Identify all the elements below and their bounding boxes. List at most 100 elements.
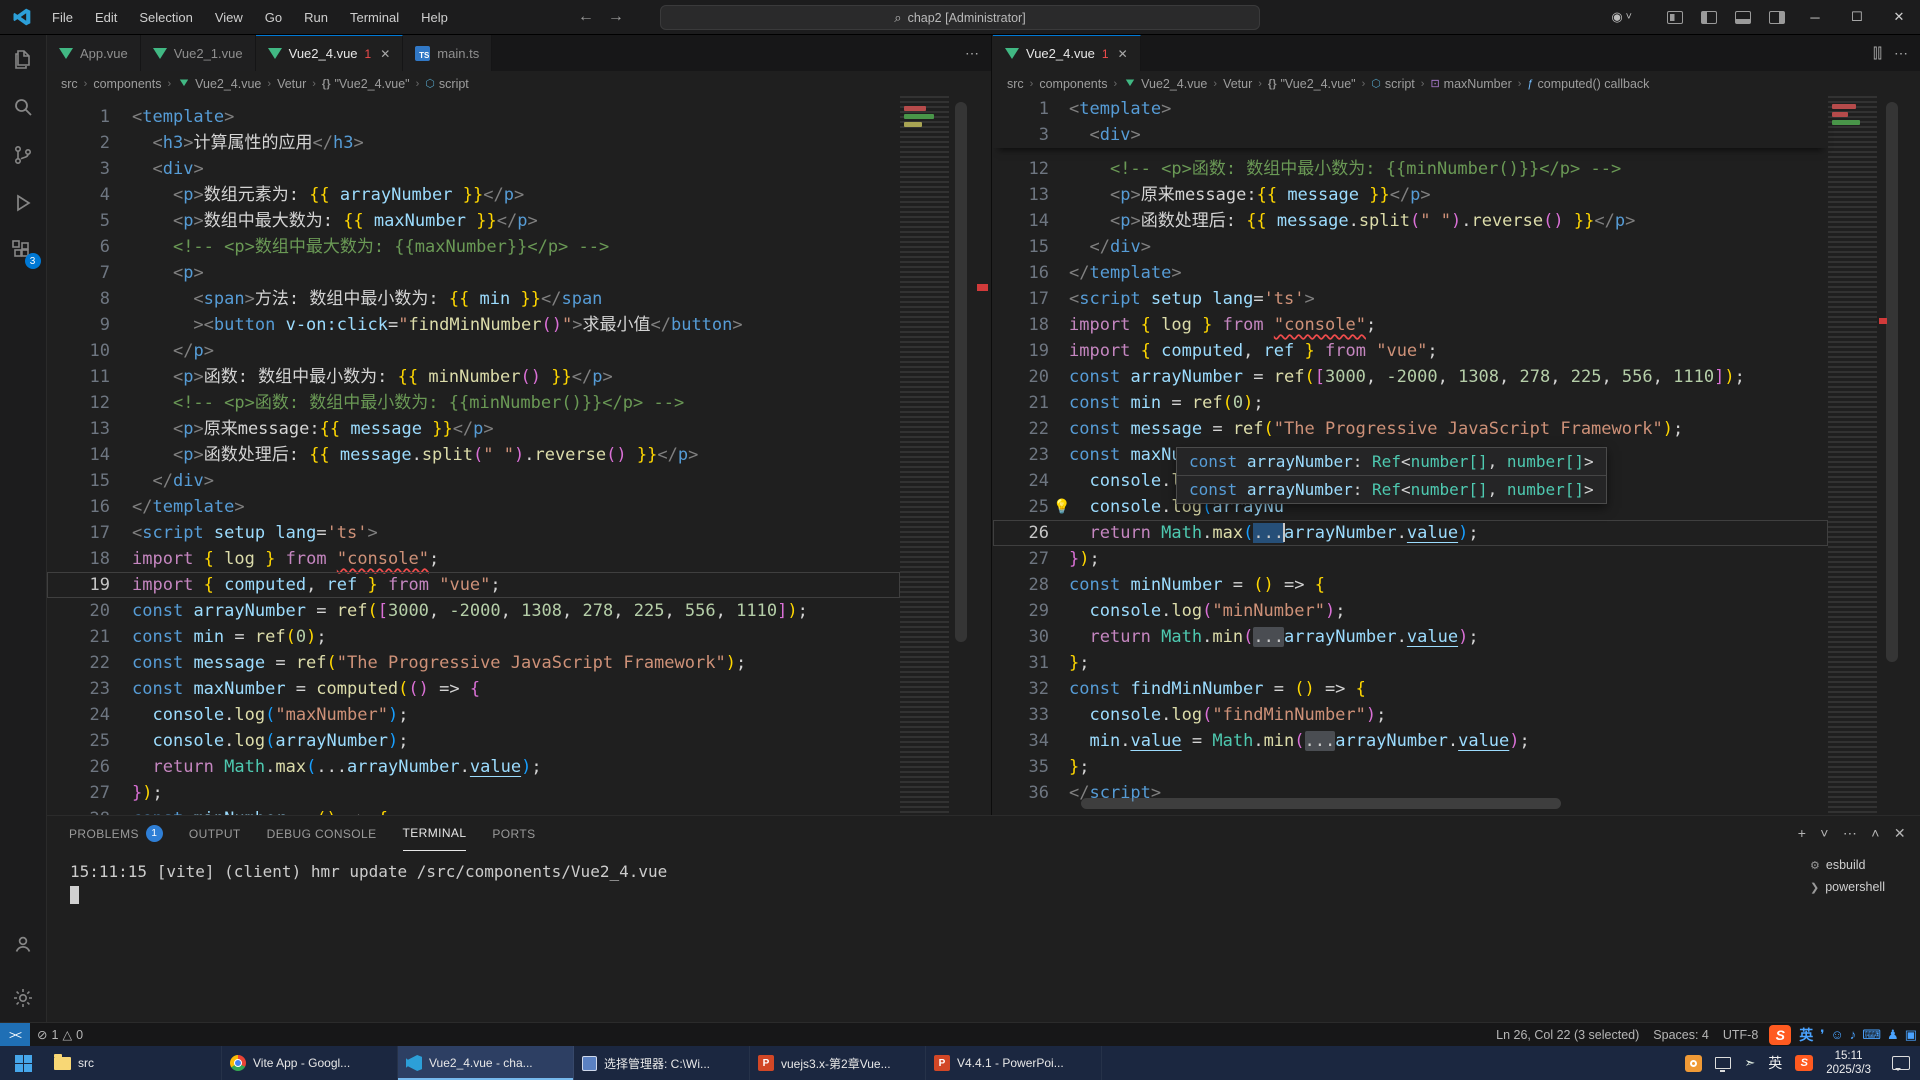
taskbar-item[interactable]: Pvuejs3.x-第2章Vue... (750, 1046, 926, 1080)
code-line[interactable]: 16</template> (47, 494, 900, 520)
taskbar-item[interactable]: src (46, 1046, 222, 1080)
breadcrumb-item[interactable]: {}"Vue2_4.vue" (322, 77, 410, 91)
sogou-ime-icon[interactable]: S (1769, 1025, 1791, 1045)
mouse-settings-icon[interactable]: ➣ (1744, 1055, 1755, 1071)
line-number[interactable]: 12 (47, 390, 110, 416)
start-button[interactable] (0, 1046, 46, 1080)
code-line[interactable]: 27}); (47, 780, 900, 806)
cursor-position[interactable]: Ln 26, Col 22 (3 selected) (1489, 1028, 1646, 1042)
code-line[interactable]: 3 <div> (47, 156, 900, 182)
code-line[interactable]: 15 </div> (47, 468, 900, 494)
code-line[interactable]: 12 <!-- <p>函数: 数组中最小数为: {{minNumber()}}<… (993, 156, 1828, 182)
clock[interactable]: 15:112025/3/3 (1826, 1049, 1871, 1078)
code-line[interactable]: 18import { log } from "console"; (993, 312, 1828, 338)
code-line[interactable]: 34 min.value = Math.min(...arrayNumber.v… (993, 728, 1828, 754)
line-number[interactable]: 16 (47, 494, 110, 520)
panel-tab-terminal[interactable]: TERMINAL (403, 816, 467, 851)
menu-run[interactable]: Run (294, 6, 338, 29)
menu-selection[interactable]: Selection (129, 6, 202, 29)
line-number[interactable]: 5 (47, 208, 110, 234)
tab-vue2_1.vue[interactable]: Vue2_1.vue (141, 35, 256, 71)
nav-forward-icon[interactable]: → (608, 8, 624, 26)
breadcrumb-item[interactable]: src (1007, 77, 1024, 91)
code-line[interactable]: 10 </p> (47, 338, 900, 364)
code-line[interactable]: 27}); (993, 546, 1828, 572)
line-number[interactable]: 23 (993, 442, 1049, 468)
code-line[interactable]: 8 <span>方法: 数组中最小数为: {{ min }}</span (47, 286, 900, 312)
line-number[interactable]: 25 (47, 728, 110, 754)
line-number[interactable]: 1 (47, 104, 110, 130)
sogou-icon[interactable]: S (1795, 1055, 1813, 1071)
toggle-sidebar-icon[interactable] (1701, 11, 1717, 24)
ime-toolbar-icon[interactable]: ♪ (1850, 1027, 1857, 1042)
line-number[interactable]: 33 (993, 702, 1049, 728)
close-button[interactable]: ✕ (1878, 0, 1920, 34)
line-number[interactable]: 17 (993, 286, 1049, 312)
code-line[interactable]: 17<script setup lang='ts'> (47, 520, 900, 546)
breadcrumb-item[interactable]: Vue2_4.vue (177, 77, 261, 91)
line-number[interactable]: 21 (47, 624, 110, 650)
indentation[interactable]: Spaces: 4 (1646, 1028, 1716, 1042)
sticky-line[interactable]: 1<template> (993, 96, 1828, 122)
activity-accounts-icon[interactable] (0, 920, 47, 968)
terminal-instance-esbuild[interactable]: ⚙esbuild (1806, 856, 1914, 874)
code-line[interactable]: 28const minNumber = () => { (47, 806, 900, 815)
notification-center-icon[interactable] (1892, 1056, 1910, 1070)
ime-toolbar-icon[interactable]: ▣ (1905, 1027, 1917, 1043)
code-line[interactable]: 32const findMinNumber = () => { (993, 676, 1828, 702)
code-line[interactable]: 15 </div> (993, 234, 1828, 260)
panel-action-icon[interactable]: ✕ (1894, 825, 1906, 842)
code-line[interactable]: 19import { computed, ref } from "vue"; (47, 572, 900, 598)
editor-left[interactable]: 1<template>2 <h3>计算属性的应用</h3>3 <div>4 <p… (47, 96, 991, 815)
activity-search-icon[interactable] (0, 83, 47, 131)
code-line[interactable]: 25 console.log(arrayNumber); (47, 728, 900, 754)
code-line[interactable]: 26 return Math.max(...arrayNumber.value)… (47, 754, 900, 780)
line-number[interactable]: 19 (993, 338, 1049, 364)
code-line[interactable]: 13 <p>原来message:{{ message }}</p> (993, 182, 1828, 208)
line-number[interactable]: 26 (47, 754, 110, 780)
line-number[interactable]: 12 (993, 156, 1049, 182)
panel-tab-problems[interactable]: PROBLEMS1 (69, 816, 163, 851)
taskbar-item[interactable]: Vite App - Googl... (222, 1046, 398, 1080)
activity-source-control-icon[interactable] (0, 131, 47, 179)
scrollbar-right[interactable] (1886, 102, 1898, 662)
menu-view[interactable]: View (205, 6, 253, 29)
line-number[interactable]: 9 (47, 312, 110, 338)
line-number[interactable]: 7 (47, 260, 110, 286)
line-number[interactable]: 24 (47, 702, 110, 728)
menu-edit[interactable]: Edit (85, 6, 127, 29)
menu-file[interactable]: File (42, 6, 83, 29)
code-line[interactable]: 4 <p>数组元素为: {{ arrayNumber }}</p> (47, 182, 900, 208)
code-line[interactable]: 21const min = ref(0); (47, 624, 900, 650)
tray-app-icon[interactable] (1685, 1055, 1702, 1072)
code-line[interactable]: 12 <!-- <p>函数: 数组中最小数为: {{minNumber()}}<… (47, 390, 900, 416)
editor-action-icon[interactable]: ⋯ (965, 45, 979, 62)
breadcrumb-item[interactable]: ⬡script (425, 77, 468, 91)
line-number[interactable]: 28 (993, 572, 1049, 598)
editor-right[interactable]: 12 <!-- <p>函数: 数组中最小数为: {{minNumber()}}<… (993, 96, 1920, 815)
breadcrumb-item[interactable]: Vue2_4.vue (1123, 77, 1207, 91)
line-number[interactable]: 20 (47, 598, 110, 624)
encoding[interactable]: UTF-8 (1716, 1028, 1765, 1042)
line-number[interactable]: 10 (47, 338, 110, 364)
maximize-button[interactable]: ☐ (1836, 0, 1878, 34)
ime-language-indicator[interactable]: 英 (1768, 1053, 1782, 1073)
code-line[interactable]: 30 return Math.min(...arrayNumber.value)… (993, 624, 1828, 650)
line-number[interactable]: 23 (47, 676, 110, 702)
activity-settings-icon[interactable] (0, 974, 47, 1022)
account-menu-icon[interactable]: ◉˅ (1611, 9, 1632, 25)
customize-layout-icon[interactable] (1667, 11, 1683, 24)
ime-toolbar-icon[interactable]: ❜ (1820, 1027, 1824, 1043)
breadcrumb-item[interactable]: ⬡script (1371, 77, 1414, 91)
tab-vue2_4.vue[interactable]: Vue2_4.vue1✕ (256, 35, 404, 71)
terminal-output[interactable]: 15:11:15 [vite] (client) hmr update /src… (47, 851, 1920, 883)
breadcrumb-item[interactable]: {}"Vue2_4.vue" (1268, 77, 1356, 91)
line-number[interactable]: 21 (993, 390, 1049, 416)
toggle-panel-icon[interactable] (1735, 11, 1751, 24)
code-line[interactable]: 29 console.log("minNumber"); (993, 598, 1828, 624)
code-line[interactable]: 22const message = ref("The Progressive J… (47, 650, 900, 676)
code-line[interactable]: 13 <p>原来message:{{ message }}</p> (47, 416, 900, 442)
line-number[interactable]: 17 (47, 520, 110, 546)
line-number[interactable]: 32 (993, 676, 1049, 702)
code-line[interactable]: 28const minNumber = () => { (993, 572, 1828, 598)
